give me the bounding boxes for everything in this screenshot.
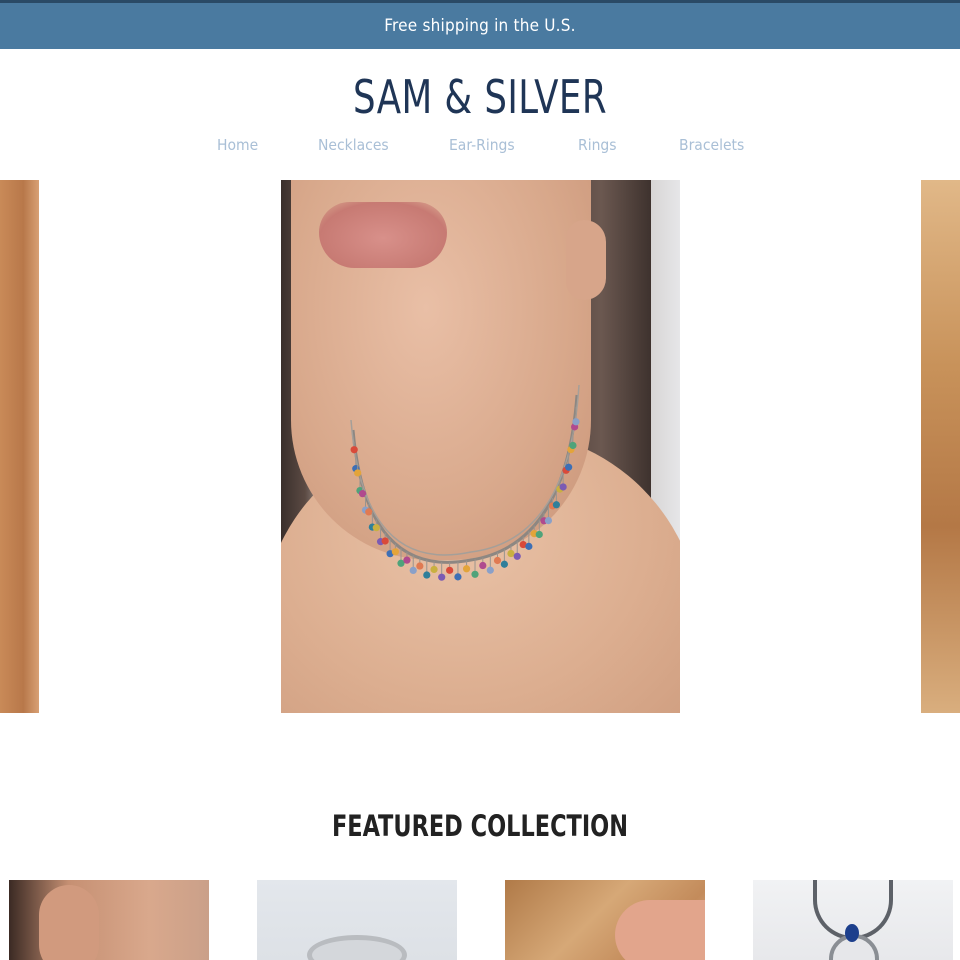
product-card-bracelet[interactable]	[505, 880, 705, 960]
beaded-necklace-image	[350, 384, 580, 581]
announcement-bar: Free shipping in the U.S.	[0, 0, 960, 49]
nav-bracelets[interactable]: Bracelets	[679, 136, 744, 154]
product-card-ring[interactable]	[257, 880, 457, 960]
product-card-earring[interactable]	[9, 880, 209, 960]
slideshow-current-slide-necklace-model[interactable]	[281, 180, 680, 713]
main-nav: Home Necklaces Ear-Rings Rings Bracelets	[0, 136, 960, 160]
pendant-gem	[845, 924, 859, 942]
announcement-text: Free shipping in the U.S.	[384, 16, 576, 36]
nav-ear-rings[interactable]: Ear-Rings	[449, 136, 515, 154]
slideshow-prev-slide[interactable]	[0, 180, 39, 713]
product-image-earring	[39, 885, 99, 960]
nav-necklaces[interactable]: Necklaces	[318, 136, 389, 154]
featured-collection-heading: FEATURED COLLECTION	[331, 809, 629, 843]
nav-home[interactable]: Home	[217, 136, 258, 154]
slideshow-next-slide[interactable]	[921, 180, 960, 713]
product-image-ring	[307, 935, 407, 960]
product-image-hand	[615, 900, 705, 960]
nav-rings[interactable]: Rings	[578, 136, 617, 154]
store-logo[interactable]: SAM & SILVER	[67, 66, 893, 128]
product-card-pendant[interactable]	[753, 880, 953, 960]
